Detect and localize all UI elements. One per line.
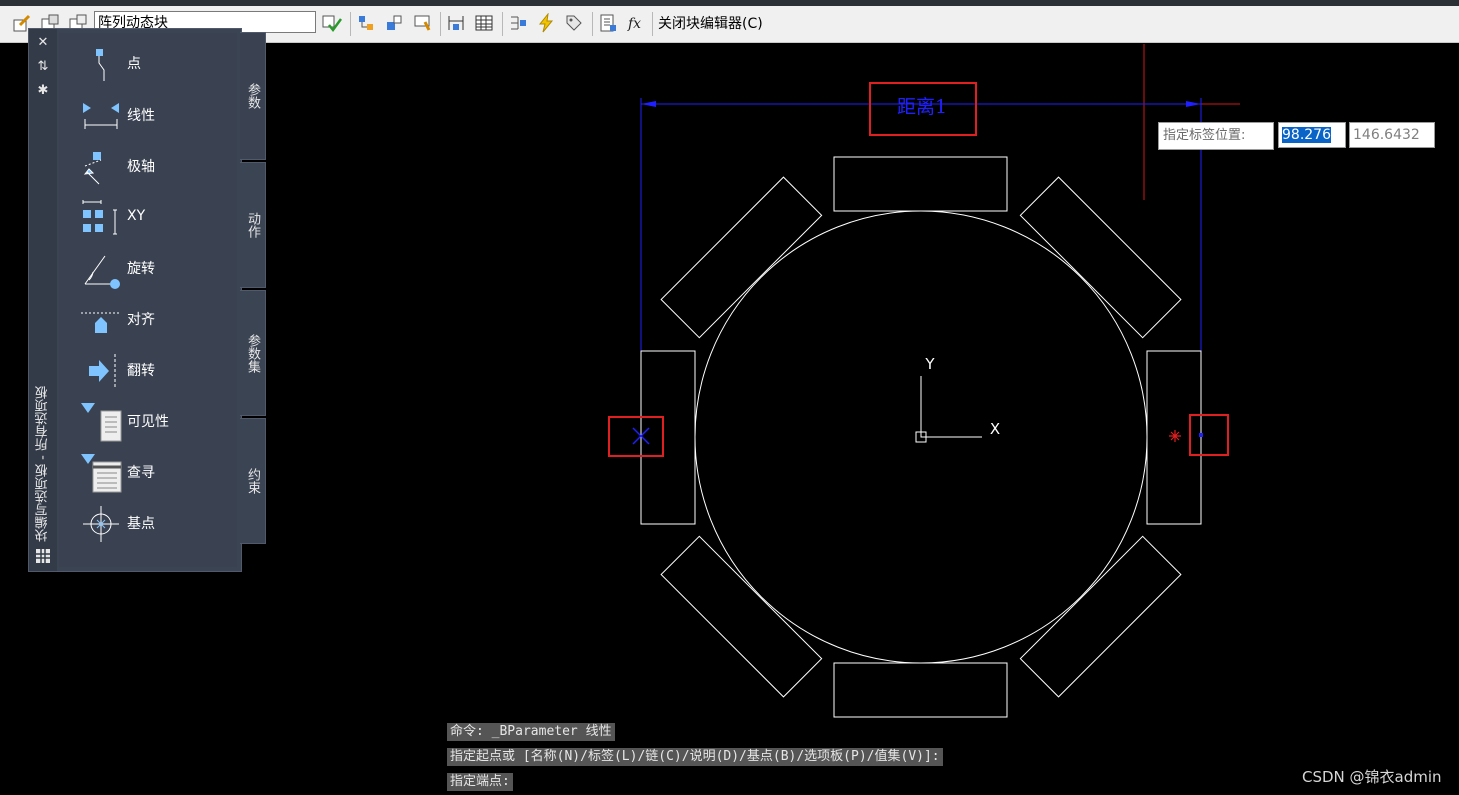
- tool-linear[interactable]: 线性: [59, 91, 237, 141]
- tool-base-point[interactable]: 基点: [59, 499, 237, 549]
- tool-label: 极轴: [127, 159, 155, 175]
- dimension-arrow-right: [1186, 101, 1201, 107]
- tool-polar[interactable]: 极轴: [59, 142, 237, 192]
- close-icon[interactable]: ✕: [35, 35, 51, 51]
- tab-constraints[interactable]: 约束: [240, 418, 266, 544]
- alignment-parameter-icon: [81, 312, 121, 333]
- dynamic-input-value-1-text: 98.276: [1282, 127, 1331, 143]
- command-history-line: 指定起点或 [名称(N)/标签(L)/链(C)/说明(D)/基点(B)/选项板(…: [447, 748, 943, 766]
- gear-icon[interactable]: ✱: [35, 83, 51, 99]
- tool-alignment[interactable]: 对齐: [59, 295, 237, 345]
- lookup-parameter-icon: [81, 454, 122, 493]
- palette-titlebar[interactable]: ✕ ⇅ ✱ 块编写选项板 - 所有选项板: [29, 29, 57, 571]
- tool-label: 基点: [127, 516, 155, 532]
- tool-label: XY: [127, 208, 146, 224]
- tool-lookup[interactable]: 查寻: [59, 448, 237, 498]
- tool-visibility[interactable]: 可见性: [59, 397, 237, 447]
- end-point-highlight: [1189, 414, 1229, 456]
- palette-tool-list: 点 线性 极轴 XY 旋转 对齐 翻转 可见性 查寻 基点: [59, 33, 237, 567]
- tab-parameters[interactable]: 参数: [240, 32, 266, 160]
- tool-label: 可见性: [127, 414, 169, 430]
- palette-tabs: 参数 动作 参数集 约束: [240, 32, 268, 546]
- palette-grid-icon[interactable]: [36, 548, 50, 567]
- dynamic-input-prompt: 指定标签位置:: [1158, 122, 1274, 150]
- dimension-arrow-left: [641, 101, 656, 107]
- xy-parameter-icon: [82, 200, 117, 235]
- array-rectangle: [833, 156, 1008, 212]
- flip-parameter-icon: [89, 354, 116, 388]
- array-rectangle: [660, 176, 823, 339]
- point-parameter-icon: [96, 49, 105, 81]
- watermark: CSDN @锦衣admin: [1302, 768, 1442, 786]
- base-point-parameter-icon: [83, 506, 119, 542]
- dynamic-input-value-2[interactable]: 146.6432: [1349, 122, 1435, 148]
- linear-parameter-icon: [83, 103, 119, 129]
- polar-parameter-icon: [83, 152, 102, 185]
- tab-actions[interactable]: 动作: [240, 162, 266, 288]
- command-history-line: 命令: _BParameter 线性: [447, 723, 615, 741]
- start-point-highlight: [608, 416, 664, 457]
- snap-marker: [1169, 430, 1181, 442]
- tool-label: 旋转: [127, 261, 155, 277]
- rotation-parameter-icon: [84, 255, 120, 289]
- tool-label: 翻转: [127, 363, 155, 379]
- tool-label: 点: [127, 56, 141, 72]
- dynamic-input-value-1[interactable]: 98.276: [1278, 122, 1346, 148]
- tool-label: 线性: [127, 108, 155, 124]
- array-rectangle: [640, 350, 696, 525]
- tool-flip[interactable]: 翻转: [59, 346, 237, 396]
- tool-rotation[interactable]: 旋转: [59, 244, 237, 294]
- tool-xy[interactable]: XY: [59, 194, 237, 244]
- block-authoring-palette: ✕ ⇅ ✱ 块编写选项板 - 所有选项板 点 线性 极轴 XY 旋转 对齐 翻转…: [28, 28, 242, 572]
- array-rectangle: [660, 535, 823, 698]
- palette-title: 块编写选项板 - 所有选项板: [35, 386, 51, 542]
- visibility-parameter-icon: [81, 403, 122, 442]
- tab-parameter-sets[interactable]: 参数集: [240, 290, 266, 416]
- auto-hide-icon[interactable]: ⇅: [35, 59, 51, 75]
- ucs-x-label: X: [990, 420, 1000, 438]
- array-rectangle: [1019, 176, 1182, 339]
- distance-parameter-label: 距离1: [897, 96, 947, 118]
- array-rectangle: [833, 662, 1008, 718]
- tool-label: 对齐: [127, 312, 155, 328]
- end-point-grip: [1199, 433, 1203, 437]
- array-rectangle: [1019, 535, 1182, 698]
- command-prompt-line[interactable]: 指定端点:: [447, 773, 513, 791]
- ucs-y-label: Y: [924, 355, 935, 373]
- tool-point[interactable]: 点: [59, 39, 237, 89]
- tool-label: 查寻: [127, 465, 155, 481]
- ucs-icon: [920, 376, 982, 438]
